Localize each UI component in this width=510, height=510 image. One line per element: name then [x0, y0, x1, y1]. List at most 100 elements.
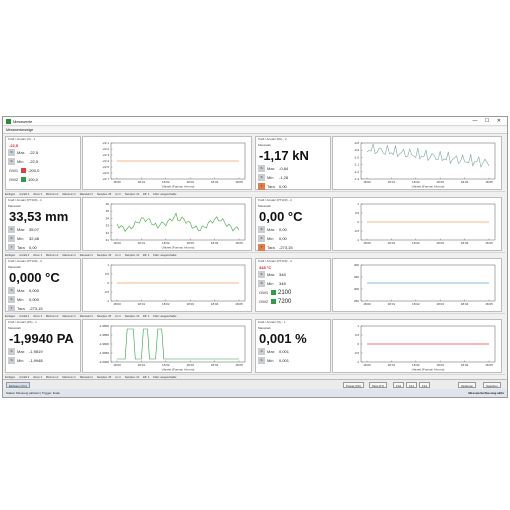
bottom-button[interactable]: Power (F6)	[343, 382, 364, 388]
toolbar-item[interactable]: Samples: 10	[125, 193, 139, 196]
stat-icon[interactable]: S	[258, 174, 265, 181]
trend-chart[interactable]: -22.1 -22.2 -22.3 -22.4 -22.5 -22.6 -22.7 18:00…	[82, 136, 252, 190]
stat-label: Min	[17, 236, 24, 241]
toolbar-item[interactable]: Anzahl ▾	[19, 254, 29, 257]
x-tick-label: 18:00	[363, 241, 371, 245]
y-tick-label: -1.9950	[99, 351, 110, 355]
x-tick-label: 18:01	[388, 302, 396, 306]
trend-chart[interactable]: 36 35 34 33 32 31 18:00 18:01 18:02 18:03 18:04 18:…	[82, 197, 252, 251]
y-tick-label: 36	[106, 202, 110, 206]
limit-color-swatch	[271, 289, 276, 295]
y-tick-label: -1.1	[354, 163, 360, 167]
toolbar-item[interactable]: Lin ▾	[115, 315, 120, 318]
y-tick-label: 300	[354, 287, 359, 291]
stat-icon[interactable]: S	[8, 348, 15, 355]
stat-icon[interactable]: S	[258, 226, 265, 233]
bottom-button[interactable]: F11	[406, 382, 417, 388]
stat-icon[interactable]: S	[258, 271, 265, 278]
stat-icon[interactable]: S	[258, 235, 265, 242]
trend-chart[interactable]: 1 0.5 0 -0.5 -1 18:00 18:01 18:02 18:03 18:04 18:0…	[82, 258, 252, 312]
bottom-button[interactable]: Tara (F7)	[369, 382, 388, 388]
toolbar-item[interactable]: Samples: 10	[125, 254, 139, 257]
bottom-button[interactable]: F12	[419, 382, 431, 388]
stat-row: S Max 0,000	[6, 286, 80, 295]
toolbar-item[interactable]: Anzahl ▾	[19, 315, 29, 318]
toolbar-item[interactable]: Zoom ▾	[33, 315, 42, 318]
stat-icon[interactable]: S	[8, 235, 15, 242]
trend-chart[interactable]: -0.8 -0.9 -1.0 -1.1 -1.2 -1.3 18:00 18:01 18:02 1…	[332, 136, 502, 190]
toolbar-item[interactable]: Samples: 25	[97, 193, 111, 196]
toolbar-item[interactable]: Messwert ▾	[80, 193, 93, 196]
x-tick-label: 18:03	[436, 241, 444, 245]
toolbar-item[interactable]: Maximum ▾	[62, 315, 75, 318]
trend-chart[interactable]: 1 0.5 0 -0.5 -1 18:00 18:01 18:02 18:03 18:04 18:0…	[332, 197, 502, 251]
toolbar-item[interactable]: Filter: ausgeschaltet	[153, 193, 176, 196]
y-tick-label: -0.5	[354, 351, 360, 355]
tara-icon[interactable]: T	[258, 244, 265, 251]
y-tick-label: -22.4	[102, 159, 109, 163]
toolbar-item[interactable]: Minimum ▾	[46, 254, 59, 257]
bottom-button[interactable]: Optionen	[458, 382, 477, 388]
bottom-button[interactable]: Speicher	[483, 382, 501, 388]
stat-icon[interactable]: S	[8, 226, 15, 233]
toolbar-item[interactable]: Maximum ▾	[62, 254, 75, 257]
x-axis-title: Uhrzeit (Format: hh:mm)	[162, 368, 195, 372]
tab-measurement-display[interactable]: Messwertanzeige	[6, 128, 33, 132]
trend-chart[interactable]: 1 0.5 0 -0.5 -1 18:00 18:01 18:02 18:03 18:04 18:0…	[332, 319, 502, 373]
toolbar-item[interactable]: Einfügen	[5, 193, 15, 196]
stat-value: 32,48	[29, 236, 40, 241]
toolbar-item[interactable]: Eff: 4	[143, 193, 149, 196]
toolbar-item[interactable]: Zoom ▾	[33, 193, 42, 196]
toolbar-item[interactable]: Filter: ausgeschaltet	[153, 315, 176, 318]
measurement-panel: Kraft / Ansatz (N) - 1 -22,5 S Max -22,5 S Min…	[5, 136, 81, 190]
stat-icon[interactable]: S	[8, 287, 15, 294]
stat-icon[interactable]: S	[258, 165, 265, 172]
stat-icon[interactable]: S	[8, 357, 15, 364]
stat-icon[interactable]: S	[258, 348, 265, 355]
toolbar-item[interactable]: Minimum ▾	[46, 193, 59, 196]
stat-icon[interactable]: S	[258, 357, 265, 364]
y-tick-label: -1.2	[354, 170, 360, 174]
stat-value: -22,5	[29, 150, 39, 155]
toolbar-item[interactable]: Samples: 25	[97, 315, 111, 318]
toolbar-item[interactable]: Minimum ▾	[46, 315, 59, 318]
limit-color-swatch	[21, 176, 26, 182]
stat-icon[interactable]: S	[8, 149, 15, 156]
tara-icon[interactable]: T	[8, 244, 15, 251]
limit-value: 100,0	[28, 177, 39, 182]
read-in-button[interactable]: Einlesen (F1)	[6, 382, 30, 388]
y-tick-label: -1.0	[354, 155, 360, 159]
toolbar-item[interactable]: Lin ▾	[115, 254, 120, 257]
trend-chart[interactable]: -1.9800 -1.9850 -1.9900 -1.9950 -2.0000 18:00…	[82, 319, 252, 373]
stat-icon[interactable]: S	[8, 158, 15, 165]
title-bar: Messwerte — ☐ ✕	[3, 117, 507, 126]
stat-value: 35,07	[29, 227, 40, 232]
y-tick-label: 0	[357, 342, 359, 346]
toolbar-item[interactable]: Zoom ▾	[33, 254, 42, 257]
tara-icon[interactable]: T	[258, 183, 265, 190]
limit-row: GW2 100,0	[6, 175, 80, 184]
toolbar-item[interactable]: Einfügen	[5, 254, 15, 257]
x-axis-title: Uhrzeit (Format: hh:mm)	[162, 246, 195, 250]
stat-label: Tara	[17, 245, 25, 250]
bottom-button[interactable]: F10	[393, 382, 405, 388]
trend-chart[interactable]: 400 350 300 250 18:00 18:01 18:02 18:03 18:04 18:…	[332, 258, 502, 312]
toolbar-item[interactable]: Einfügen	[5, 315, 15, 318]
y-tick-label: -22.2	[102, 147, 109, 151]
toolbar-item[interactable]: Messwert ▾	[80, 254, 93, 257]
toolbar-item[interactable]: Eff: 4	[143, 315, 149, 318]
toolbar-item[interactable]: Samples: 25	[97, 254, 111, 257]
stat-icon[interactable]: S	[258, 280, 265, 287]
tara-icon[interactable]: T	[8, 305, 15, 312]
x-tick-label: 18:04	[461, 241, 469, 245]
toolbar-item[interactable]: Samples: 10	[125, 315, 139, 318]
toolbar-item[interactable]: Filter: ausgeschaltet	[153, 254, 176, 257]
measurement-value: 0,000 °C	[9, 270, 60, 285]
stat-icon[interactable]: S	[8, 296, 15, 303]
toolbar-item[interactable]: Messwert ▾	[80, 315, 93, 318]
toolbar-item[interactable]: Lin ▾	[115, 193, 120, 196]
toolbar-item[interactable]: Maximum ▾	[62, 193, 75, 196]
window-controls[interactable]: — ☐ ✕	[473, 117, 504, 126]
toolbar-item[interactable]: Eff: 4	[143, 254, 149, 257]
toolbar-item[interactable]: Anzahl ▾	[19, 193, 29, 196]
